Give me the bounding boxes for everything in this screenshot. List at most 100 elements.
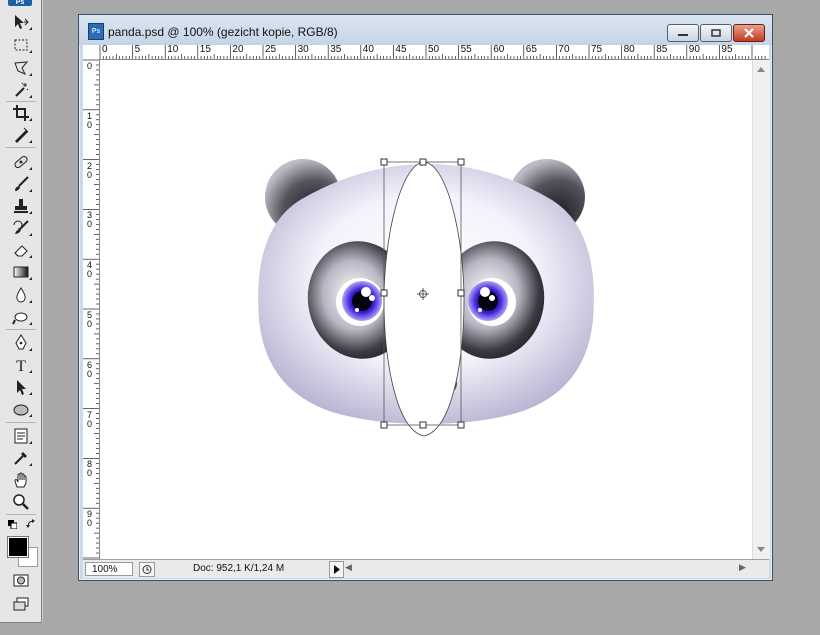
screen-mode-button[interactable]: [9, 594, 33, 614]
status-bar: 100% Doc: 952,1 K/1,24 M ◀ ▶: [83, 559, 769, 578]
ruler-origin[interactable]: [83, 45, 100, 60]
vertical-scrollbar[interactable]: [752, 60, 770, 559]
ruler-label: 0: [86, 61, 92, 71]
eraser-tool[interactable]: [9, 240, 33, 260]
ruler-label: 85: [656, 45, 668, 55]
scroll-up-arrow-icon[interactable]: [757, 67, 765, 72]
ruler-label: 5: [134, 45, 141, 55]
ruler-label: 30: [297, 45, 309, 55]
document-window: Ps panda.psd @ 100% (gezicht kopie, RGB/…: [78, 14, 773, 581]
document-title-bar[interactable]: Ps panda.psd @ 100% (gezicht kopie, RGB/…: [79, 15, 772, 45]
ruler-label: 80: [86, 459, 92, 479]
marquee-tool[interactable]: [9, 35, 33, 55]
tools-panel: Ps T: [0, 0, 42, 623]
healing-brush-tool[interactable]: [9, 152, 33, 172]
document-icon: Ps: [88, 23, 104, 40]
ellipse-tool-icon: [13, 404, 29, 416]
transform-handle[interactable]: [419, 158, 427, 166]
transform-handle[interactable]: [457, 421, 465, 429]
ellipse-tool[interactable]: [9, 399, 33, 419]
document-size: Doc: 952,1 K/1,24 M: [193, 563, 285, 574]
healing-brush-tool-icon: [14, 155, 28, 169]
notes-tool-icon: [14, 428, 28, 444]
path-selection-tool-icon: [17, 380, 26, 395]
ruler-label: 90: [688, 45, 700, 55]
transform-handle[interactable]: [457, 158, 465, 166]
crop-tool[interactable]: [9, 103, 33, 123]
swap-colors-icon[interactable]: [26, 519, 37, 530]
clone-stamp-tool-icon: [14, 199, 28, 213]
screen-mode-icon: [13, 597, 29, 611]
scroll-right-arrow-icon[interactable]: ▶: [739, 562, 746, 573]
magic-wand-tool-icon: [15, 82, 29, 97]
ruler-label: 95: [721, 45, 733, 55]
blur-tool-icon: [16, 287, 26, 303]
clone-stamp-tool[interactable]: [9, 196, 33, 216]
type-tool-icon: T: [16, 358, 26, 374]
type-tool[interactable]: T: [9, 355, 33, 375]
brush-tool[interactable]: [9, 174, 33, 194]
panda-artwork: [258, 158, 594, 437]
eraser-tool-icon: [14, 245, 28, 257]
ruler-label: 70: [558, 45, 570, 55]
dodge-tool[interactable]: [9, 307, 33, 327]
quick-mask-button[interactable]: [9, 570, 33, 590]
transform-handle[interactable]: [457, 289, 465, 297]
info-icon: [142, 565, 152, 574]
close-button[interactable]: [733, 24, 765, 42]
ruler-label: 50: [428, 45, 440, 55]
horizontal-ruler[interactable]: 0 5 10 15 20 25 30 35 40 45 50 55 60 65 70 75 80 85 90 95: [99, 45, 769, 60]
transform-handle[interactable]: [380, 289, 388, 297]
ruler-label: 30: [86, 210, 92, 230]
restore-button[interactable]: [700, 24, 732, 42]
marquee-tool-icon: [14, 39, 28, 51]
hand-tool[interactable]: [9, 470, 33, 490]
slice-tool[interactable]: [9, 125, 33, 145]
transform-handle[interactable]: [419, 421, 427, 429]
vertical-ruler[interactable]: 0 10 20 30 40 50 60 70 80 90: [83, 59, 100, 569]
ruler-label: 10: [86, 110, 92, 130]
brush-tool-icon: [15, 176, 29, 191]
minimize-icon: [678, 34, 688, 36]
zoom-tool-icon: [13, 494, 29, 510]
zoom-field[interactable]: 100%: [85, 562, 133, 576]
ruler-label: 20: [232, 45, 244, 55]
app-badge: Ps: [8, 0, 32, 6]
scroll-down-arrow-icon[interactable]: [757, 547, 765, 552]
ruler-label: 35: [330, 45, 342, 55]
pen-tool[interactable]: [9, 333, 33, 353]
pen-tool-icon: [15, 334, 27, 350]
slice-tool-icon: [15, 127, 29, 143]
ruler-label: 90: [86, 509, 92, 529]
history-brush-tool[interactable]: [9, 218, 33, 238]
transform-handle[interactable]: [380, 421, 388, 429]
default-colors-icon[interactable]: [8, 520, 18, 530]
scroll-left-arrow-icon[interactable]: ◀: [345, 562, 352, 573]
eyedropper-tool-icon: [14, 452, 27, 465]
restore-icon: [711, 29, 721, 37]
magic-wand-tool[interactable]: [9, 80, 33, 100]
path-selection-tool[interactable]: [9, 377, 33, 397]
status-menu-button[interactable]: [329, 561, 344, 578]
status-info-button[interactable]: [139, 562, 155, 577]
ruler-label: 25: [265, 45, 277, 55]
ruler-label: 60: [493, 45, 505, 55]
ruler-label: 40: [362, 45, 374, 55]
play-arrow-icon: [334, 565, 340, 574]
lasso-tool[interactable]: [9, 58, 33, 78]
blur-tool[interactable]: [9, 285, 33, 305]
hand-tool-icon: [14, 472, 27, 488]
crop-tool-icon: [13, 105, 29, 121]
gradient-tool[interactable]: [9, 262, 33, 282]
image-canvas[interactable]: [100, 60, 752, 559]
minimize-button[interactable]: [667, 24, 699, 42]
quick-mask-icon: [13, 574, 29, 587]
eyedropper-tool[interactable]: [9, 448, 33, 468]
ruler-label: 60: [86, 359, 92, 379]
notes-tool[interactable]: [9, 426, 33, 446]
move-tool-icon: [15, 15, 29, 29]
zoom-tool[interactable]: [9, 492, 33, 512]
foreground-color-swatch[interactable]: [7, 536, 29, 558]
move-tool[interactable]: [9, 12, 33, 32]
transform-handle[interactable]: [380, 158, 388, 166]
